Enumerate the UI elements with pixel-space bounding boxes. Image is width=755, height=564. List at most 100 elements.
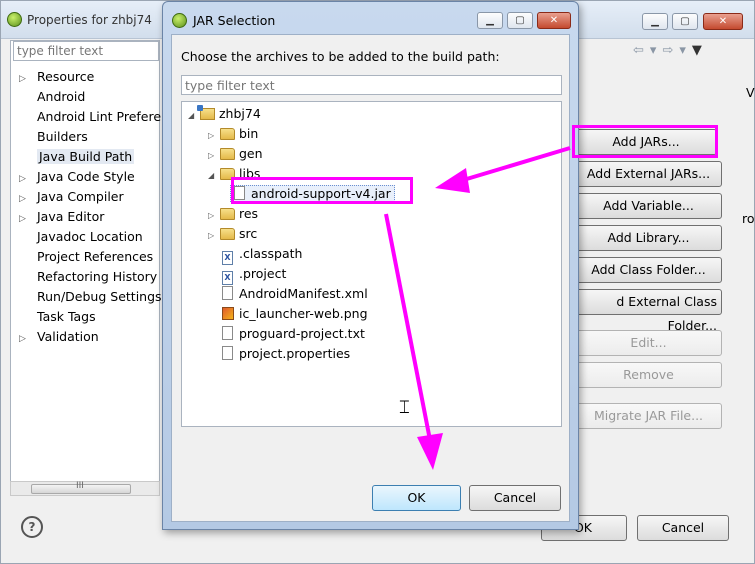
dialog-cancel-button[interactable]: Cancel	[469, 485, 561, 511]
mouse-cursor-icon: ⌶	[399, 397, 410, 418]
expand-arrow-icon[interactable]: ▷	[19, 74, 37, 84]
dialog-ok-button[interactable]: OK	[372, 485, 461, 511]
category-item[interactable]: Run/Debug Settings	[19, 289, 162, 307]
back-arrow-icon[interactable]: ⇦	[633, 43, 650, 58]
project-node[interactable]: ◢ zhbj74	[188, 104, 261, 123]
category-item[interactable]: Android	[19, 89, 85, 107]
tree-item-label: res	[239, 206, 259, 221]
horizontal-scrollbar[interactable]: III	[10, 481, 160, 496]
expand-arrow-icon[interactable]: ▷	[19, 174, 37, 184]
jar-selection-dialog: JAR Selection ▁ ▢ ✕ Choose the archives …	[162, 1, 579, 530]
migrate-jar-button[interactable]: Migrate JAR File...	[575, 403, 722, 429]
category-item[interactable]: ▷ Resource	[19, 69, 94, 87]
tree-item[interactable]: ▷ res	[208, 204, 258, 223]
tree-item-label: gen	[239, 146, 263, 161]
category-item[interactable]: ▷ Java Compiler	[19, 189, 124, 207]
tree-item-label: AndroidManifest.xml	[239, 286, 368, 301]
tree-item[interactable]: ▷ bin	[208, 124, 258, 143]
edit-button[interactable]: Edit...	[575, 330, 722, 356]
tree-item[interactable]: ▷ gen	[208, 144, 263, 163]
folder-icon	[220, 148, 235, 160]
tree-item[interactable]: ic_launcher-web.png	[208, 304, 368, 323]
archive-tree: ◢ zhbj74 ▷ bin ▷ gen ◢ libs android-support-v4.j…	[181, 101, 562, 427]
expand-arrow-icon[interactable]: ▷	[208, 226, 220, 245]
tree-item-label: .classpath	[239, 246, 303, 261]
expand-arrow-icon[interactable]: ▷	[208, 206, 220, 225]
help-icon[interactable]: ?	[21, 516, 43, 538]
category-item-label: Refactoring History	[37, 269, 158, 284]
category-item[interactable]: Project References	[19, 249, 153, 267]
category-item-label: Task Tags	[37, 309, 96, 324]
tree-item[interactable]: ▷ src	[208, 224, 257, 243]
expand-arrow-icon[interactable]: ▷	[19, 194, 37, 204]
properties-cancel-button[interactable]: Cancel	[637, 515, 729, 541]
category-item[interactable]: Javadoc Location	[19, 229, 143, 247]
project-label: zhbj74	[219, 106, 261, 121]
properties-left-panel: type filter text ▷ Resource Android Android…	[10, 40, 190, 495]
minimize-button[interactable]: ▁	[642, 13, 668, 30]
maximize-button[interactable]: ▢	[672, 13, 698, 30]
dialog-minimize-button[interactable]: ▁	[477, 12, 503, 29]
add-external-jars-button[interactable]: Add External JARs...	[575, 161, 722, 187]
tree-item-label: ic_launcher-web.png	[239, 306, 368, 321]
dropdown-arrow-icon-2[interactable]: ▾	[679, 43, 692, 58]
xml-file-icon: X	[222, 251, 233, 265]
add-variable-button[interactable]: Add Variable...	[575, 193, 722, 219]
xml-file-icon: X	[222, 271, 233, 285]
category-item[interactable]: Refactoring History	[19, 269, 157, 287]
add-library-button[interactable]: Add Library...	[575, 225, 722, 251]
clipped-label-2: ro	[742, 211, 755, 226]
dialog-message: Choose the archives to be added to the b…	[181, 49, 500, 64]
dialog-maximize-button[interactable]: ▢	[507, 12, 533, 29]
view-menu-icon[interactable]: ▼	[692, 43, 708, 58]
tree-item[interactable]: project.properties	[208, 344, 350, 363]
history-navigation: ⇦▾⇨▾▼	[633, 43, 708, 58]
dialog-body: Choose the archives to be added to the b…	[171, 34, 570, 522]
expand-arrow-icon[interactable]: ◢	[208, 166, 220, 185]
tree-item-label: .project	[239, 266, 287, 281]
category-item[interactable]: Builders	[19, 129, 88, 147]
expand-arrow-icon[interactable]: ▷	[19, 214, 37, 224]
category-item-label: Java Build Path	[37, 149, 135, 164]
tree-item[interactable]: AndroidManifest.xml	[208, 284, 368, 303]
add-class-folder-button[interactable]: Add Class Folder...	[575, 257, 722, 283]
category-item[interactable]: ▷ Java Editor	[19, 209, 104, 227]
file-icon	[222, 326, 233, 340]
dropdown-arrow-icon[interactable]: ▾	[650, 43, 663, 58]
category-item-label: Java Editor	[37, 209, 105, 224]
expand-arrow-icon[interactable]: ▷	[208, 146, 220, 165]
scrollbar-thumb[interactable]: III	[31, 481, 131, 494]
dialog-title: JAR Selection	[193, 13, 276, 28]
category-item-label: Validation	[37, 329, 99, 344]
properties-filter-input[interactable]: type filter text	[13, 41, 159, 61]
forward-arrow-icon[interactable]: ⇨	[662, 43, 679, 58]
remove-button[interactable]: Remove	[575, 362, 722, 388]
dialog-close-button[interactable]: ✕	[537, 12, 571, 29]
folder-icon	[220, 128, 235, 140]
tree-item[interactable]: proguard-project.txt	[208, 324, 365, 343]
category-item-label: Javadoc Location	[37, 229, 143, 244]
category-item[interactable]: Task Tags	[19, 309, 96, 327]
expand-arrow-icon[interactable]: ▷	[208, 126, 220, 145]
eclipse-dialog-icon	[172, 13, 187, 28]
tree-item[interactable]: X .classpath	[208, 244, 303, 265]
expand-arrow-icon[interactable]: ▷	[19, 334, 37, 344]
tree-item[interactable]: X .project	[208, 264, 287, 285]
properties-window-title: Properties for zhbj74	[27, 13, 152, 27]
folder-icon	[220, 208, 235, 220]
close-window-button[interactable]: ✕	[703, 13, 743, 30]
category-item-label: Builders	[37, 129, 88, 144]
tree-item-label: proguard-project.txt	[239, 326, 365, 341]
add-external-class-folder-button[interactable]: d External Class Folder...	[575, 289, 722, 333]
category-item[interactable]: ▷ Java Code Style	[19, 169, 135, 187]
category-item[interactable]: Java Build Path	[19, 149, 135, 167]
image-file-icon	[222, 307, 234, 320]
category-item-label: Resource	[37, 69, 95, 84]
category-item-label: Java Code Style	[37, 169, 135, 184]
folder-icon	[220, 228, 235, 240]
tree-item-label: project.properties	[239, 346, 351, 361]
project-folder-icon	[197, 105, 215, 120]
dialog-filter-input[interactable]: type filter text	[181, 75, 562, 95]
file-icon	[222, 346, 233, 360]
category-item[interactable]: ▷ Validation	[19, 329, 99, 347]
